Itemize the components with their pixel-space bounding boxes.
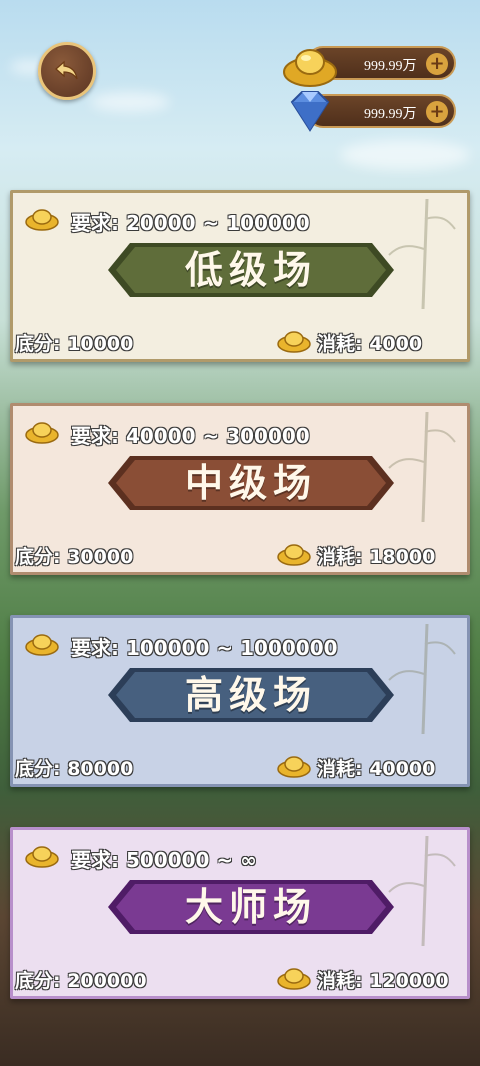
bamboo-decoration bbox=[388, 199, 456, 309]
room-title: 中级场 bbox=[184, 461, 317, 505]
room-title: 低级场 bbox=[184, 248, 317, 292]
room-card-3[interactable]: 要求: 100000 ~ 1000000 高级场 底分: 80000 消耗: 4… bbox=[10, 615, 470, 787]
room-requirement: 要求: 500000 ~ ∞ bbox=[71, 848, 257, 872]
add-diamond-button[interactable]: + bbox=[426, 101, 448, 123]
room-cost: 消耗: 18000 bbox=[317, 546, 436, 568]
diamond-amount: 999.99万 bbox=[364, 107, 417, 122]
background-cloud bbox=[340, 140, 470, 170]
room-title: 高级场 bbox=[184, 673, 317, 717]
gold-ingot-icon bbox=[277, 756, 311, 778]
gold-ingot-icon bbox=[277, 968, 311, 990]
room-title-banner: 高级场 bbox=[108, 662, 394, 728]
room-title: 大师场 bbox=[184, 885, 317, 929]
room-card-2[interactable]: 要求: 40000 ~ 300000 中级场 底分: 30000 消耗: 180… bbox=[10, 403, 470, 575]
bamboo-decoration bbox=[388, 836, 456, 946]
gold-ingot-icon bbox=[283, 49, 337, 87]
diamond-icon bbox=[290, 91, 330, 132]
room-title-banner: 低级场 bbox=[108, 237, 394, 303]
back-arrow-icon bbox=[55, 60, 78, 80]
background-cloud bbox=[90, 92, 170, 112]
room-requirement: 要求: 20000 ~ 100000 bbox=[71, 211, 310, 235]
room-title-banner: 中级场 bbox=[108, 450, 394, 516]
room-card-1[interactable]: 要求: 20000 ~ 100000 低级场 底分: 10000 消耗: 400… bbox=[10, 190, 470, 362]
bamboo-decoration bbox=[388, 624, 456, 734]
room-card-4[interactable]: 要求: 500000 ~ ∞ 大师场 底分: 200000 消耗: 120000 bbox=[10, 827, 470, 999]
gold-ingot-icon bbox=[25, 634, 59, 656]
room-title-banner: 大师场 bbox=[108, 874, 394, 940]
back-button[interactable] bbox=[38, 42, 96, 100]
gold-amount: 999.99万 bbox=[364, 59, 417, 74]
room-cost: 消耗: 40000 bbox=[317, 758, 436, 780]
gold-ingot-icon bbox=[277, 331, 311, 353]
room-base-score: 底分: 80000 bbox=[15, 758, 134, 780]
room-base-score: 底分: 200000 bbox=[15, 970, 147, 992]
room-base-score: 底分: 30000 bbox=[15, 546, 134, 568]
add-gold-button[interactable]: + bbox=[426, 53, 448, 75]
gold-ingot-icon bbox=[25, 422, 59, 444]
gold-ingot-icon bbox=[25, 209, 59, 231]
room-cost: 消耗: 4000 bbox=[317, 333, 423, 355]
diamond-balance: 999.99万 + bbox=[290, 91, 456, 132]
room-requirement: 要求: 100000 ~ 1000000 bbox=[71, 636, 338, 660]
gold-balance: 999.99万 + bbox=[283, 46, 456, 87]
room-base-score: 底分: 10000 bbox=[15, 333, 134, 355]
gold-ingot-icon bbox=[277, 544, 311, 566]
bamboo-decoration bbox=[388, 412, 456, 522]
gold-ingot-icon bbox=[25, 846, 59, 868]
room-cost: 消耗: 120000 bbox=[317, 970, 449, 992]
room-requirement: 要求: 40000 ~ 300000 bbox=[71, 424, 310, 448]
